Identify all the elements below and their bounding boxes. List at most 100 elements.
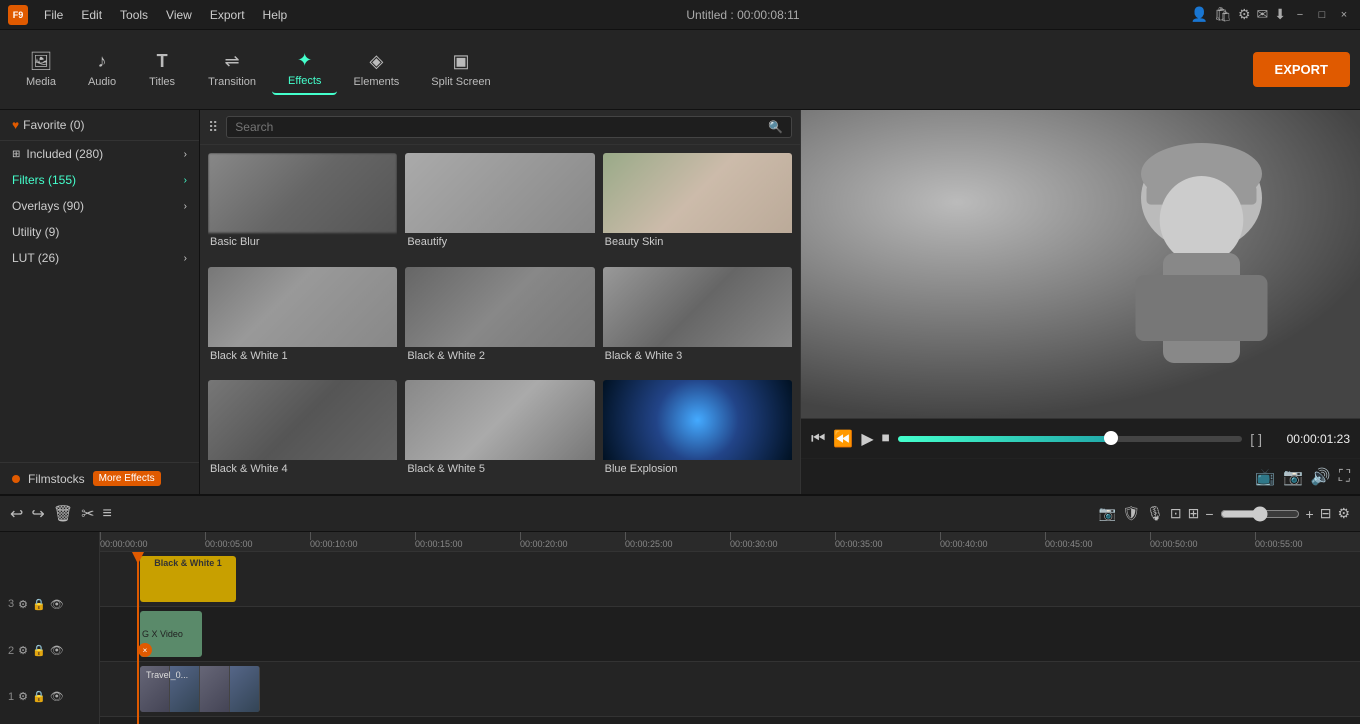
tl-pip-btn[interactable]: ⊞ (1188, 505, 1200, 522)
tool-effects[interactable]: ✦ Effects (272, 44, 337, 95)
bracket-right-btn[interactable]: ] (1258, 431, 1262, 447)
search-box[interactable]: 🔍 (226, 116, 792, 138)
properties-button[interactable]: ≡ (103, 505, 112, 523)
clip-filmstrip[interactable]: Travel_0... (140, 666, 260, 712)
preview-fullscreen-btn[interactable]: ⛶ (1339, 468, 1350, 486)
minimize-btn[interactable]: − (1292, 7, 1308, 23)
tool-titles[interactable]: T Titles (132, 45, 192, 94)
preview-timeline[interactable] (898, 436, 1243, 442)
track-1-lock-icon[interactable]: 🔒 (32, 690, 46, 703)
redo-button[interactable]: ↪ (31, 504, 44, 524)
tool-splitscreen-label: Split Screen (431, 76, 490, 88)
track-2-eye-icon[interactable]: 👁 (50, 644, 64, 657)
effect-bw1[interactable]: Black & White 1 (208, 267, 397, 373)
search-icon: 🔍 (768, 120, 783, 134)
clip-marker[interactable]: × (138, 643, 152, 657)
play-button[interactable]: ▶ (861, 429, 873, 449)
bracket-left-btn[interactable]: [ (1250, 431, 1254, 447)
menu-file[interactable]: File (36, 6, 71, 24)
preview-panel: person ⏮ ⏪ ▶ ⏹ [ ] 00:00:01:23 📺 📷 🔊 ⛶ (800, 110, 1360, 494)
clip-bw-label: Black & White 1 (154, 558, 222, 568)
track-3-settings-icon[interactable]: ⚙ (18, 598, 28, 611)
user-icon[interactable]: 👤 (1191, 6, 1208, 23)
download-icon[interactable]: ⬇ (1274, 6, 1286, 23)
grid-view-icon[interactable]: ⠿ (208, 119, 218, 136)
mail-icon[interactable]: ✉ (1257, 6, 1269, 23)
preview-audio-btn[interactable]: 🔊 (1311, 467, 1331, 487)
track-3-eye-icon[interactable]: 👁 (50, 598, 64, 611)
tool-audio[interactable]: ♪ Audio (72, 45, 132, 94)
tools-icon[interactable]: ⚙ (1238, 6, 1251, 23)
effect-blue-explosion[interactable]: Blue Explosion (603, 380, 792, 486)
track-2-lock-icon[interactable]: 🔒 (32, 644, 46, 657)
maximize-btn[interactable]: □ (1314, 7, 1330, 23)
tl-minus-btn[interactable]: − (1205, 506, 1213, 522)
tl-shield-btn[interactable]: 🛡 (1122, 505, 1140, 522)
effect-thumb-bw2 (405, 267, 594, 347)
track-1-eye-icon[interactable]: 👁 (50, 690, 64, 703)
menu-edit[interactable]: Edit (73, 6, 110, 24)
effect-bw4[interactable]: Black & White 4 (208, 380, 397, 486)
menu-help[interactable]: Help (255, 6, 296, 24)
zoom-slider[interactable] (1220, 506, 1300, 522)
track-3-lock-icon[interactable]: 🔒 (32, 598, 46, 611)
clip-blackwhite[interactable]: Black & White 1 (140, 556, 236, 602)
effect-bw3[interactable]: Black & White 3 (603, 267, 792, 373)
effect-thumb-bw4 (208, 380, 397, 460)
preview-controls: ⏮ ⏪ ▶ ⏹ [ ] 00:00:01:23 (801, 418, 1360, 458)
tl-camera-btn[interactable]: 📷 (1099, 505, 1116, 522)
cut-button[interactable]: ✂ (81, 504, 94, 524)
export-button[interactable]: EXPORT (1253, 52, 1350, 87)
stop-button[interactable]: ⏹ (882, 430, 890, 448)
track-2-settings-icon[interactable]: ⚙ (18, 644, 28, 657)
tl-layout-btn[interactable]: ⊟ (1320, 505, 1332, 522)
tl-settings-btn[interactable]: ⚙ (1337, 505, 1350, 522)
close-btn[interactable]: × (1336, 7, 1352, 23)
undo-button[interactable]: ↩ (10, 504, 23, 524)
effect-beauty-skin[interactable]: Beauty Skin (603, 153, 792, 259)
menu-tools[interactable]: Tools (112, 6, 156, 24)
playhead[interactable] (137, 552, 139, 724)
menu-export[interactable]: Export (202, 6, 253, 24)
ruler-label-8: 00:00:40:00 (940, 539, 988, 549)
effect-basic-blur[interactable]: Basic Blur (208, 153, 397, 259)
timeline-thumb[interactable] (1104, 431, 1118, 445)
clip-film-label: Travel_0... (144, 668, 190, 682)
filter-label: Filters (155) (12, 173, 76, 187)
effect-beautify[interactable]: Beautify (405, 153, 594, 259)
group-utility[interactable]: Utility (9) (0, 219, 199, 245)
track-1-settings-icon[interactable]: ⚙ (18, 690, 28, 703)
ruler-line-11 (1255, 532, 1256, 540)
tl-mic-btn[interactable]: 🎙 (1146, 505, 1164, 522)
search-input[interactable] (235, 120, 764, 134)
track-row-1: Travel_0... (100, 662, 1360, 717)
more-effects-button[interactable]: More Effects (93, 471, 161, 486)
tool-elements[interactable]: ◈ Elements (337, 45, 415, 94)
rewind-button[interactable]: ⏪ (833, 429, 853, 449)
tool-transition[interactable]: ⇌ Transition (192, 45, 272, 94)
preview-monitor-btn[interactable]: 📺 (1255, 467, 1275, 487)
group-lut[interactable]: LUT (26) › (0, 245, 199, 271)
tool-media[interactable]: 🖼 Media (10, 45, 72, 94)
tool-splitscreen[interactable]: ▣ Split Screen (415, 45, 506, 94)
track-label-3: 3 ⚙ 🔒 👁 (0, 594, 99, 615)
favorite-button[interactable]: ♥ Favorite (0) (0, 110, 199, 141)
menu-view[interactable]: View (158, 6, 200, 24)
group-filters[interactable]: Filters (155) › (0, 167, 199, 193)
effect-label-blue-explosion: Blue Explosion (603, 460, 792, 478)
delete-button[interactable]: 🗑 (53, 504, 73, 524)
ruler-line-8 (940, 532, 941, 540)
filmstocks-row[interactable]: Filmstocks More Effects (0, 462, 199, 494)
effect-bw5[interactable]: Black & White 5 (405, 380, 594, 486)
group-included[interactable]: ⊞ Included (280) › (0, 141, 199, 167)
skip-back-button[interactable]: ⏮ (811, 430, 825, 448)
tl-record-btn[interactable]: ⊡ (1170, 505, 1182, 522)
bag-icon[interactable]: 🛍 (1214, 6, 1232, 23)
titlebar-left: F9 FileEditToolsViewExportHelp (8, 5, 295, 25)
tool-media-label: Media (26, 76, 56, 88)
tl-plus-btn[interactable]: + (1306, 506, 1314, 522)
group-overlays[interactable]: Overlays (90) › (0, 193, 199, 219)
preview-snapshot-btn[interactable]: 📷 (1283, 467, 1303, 487)
ruler-line-1 (205, 532, 206, 540)
effect-bw2[interactable]: Black & White 2 (405, 267, 594, 373)
